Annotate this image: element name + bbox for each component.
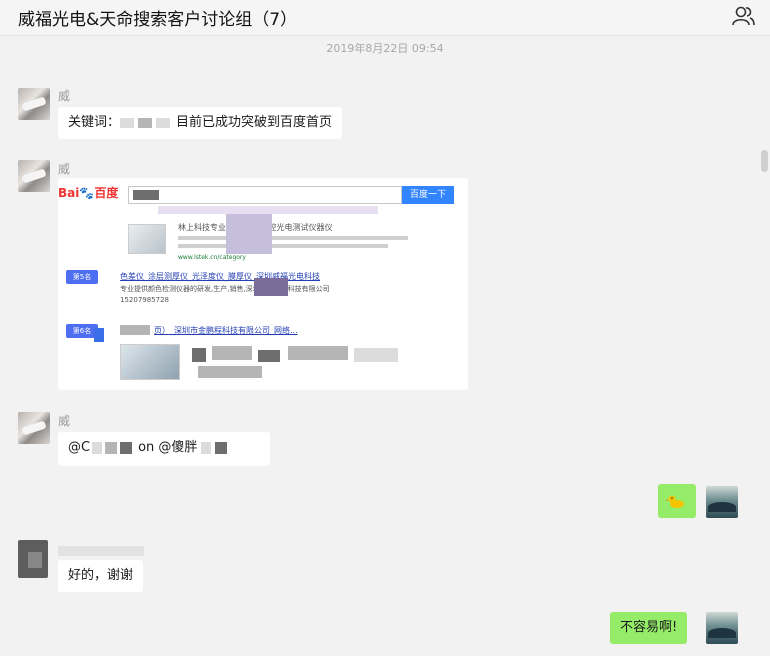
baidu-logo: Bai🐾百度 — [58, 186, 119, 200]
message-bubble[interactable]: 好的，谢谢 — [58, 560, 144, 592]
redacted-sender-name — [58, 546, 144, 556]
redacted-block — [226, 214, 272, 254]
sender-name: 威 — [58, 414, 71, 428]
self-avatar[interactable] — [706, 486, 738, 518]
self-message-bubble[interactable]: 不容易啊! — [610, 612, 688, 644]
result-thumbnail — [128, 224, 166, 254]
result-phone: 15207985728 — [120, 296, 169, 304]
redacted-block — [92, 441, 103, 454]
avatar[interactable] — [18, 160, 50, 192]
scrollbar[interactable] — [761, 150, 768, 172]
result-rank: 第5名 — [66, 270, 98, 284]
redacted-block — [198, 366, 262, 378]
result-thumbnail — [120, 344, 180, 380]
redacted-block — [120, 441, 133, 454]
message-text: 不容易啊! — [620, 620, 678, 635]
chat-title: 威福光电&天命搜索客户讨论组（7） — [18, 10, 298, 30]
redacted-block — [192, 348, 206, 362]
avatar[interactable] — [18, 88, 50, 120]
redacted-block — [105, 441, 118, 454]
message-text: 好的，谢谢 — [68, 568, 134, 583]
avatar[interactable] — [18, 540, 48, 578]
message-text: on @傻胖 — [138, 440, 198, 455]
redacted-block — [120, 325, 150, 335]
duck-icon — [666, 495, 686, 514]
redacted-block — [254, 278, 288, 296]
message-text: 关键词： — [68, 115, 121, 130]
redacted-block — [354, 348, 398, 362]
message-bubble[interactable]: @C on @傻胖 — [58, 432, 270, 466]
emoji-bubble[interactable] — [658, 484, 696, 518]
redacted-block — [120, 117, 135, 128]
snippet-line — [178, 236, 408, 240]
result-title: 色差仪_涂层测厚仪_光泽度仪_膜厚仪_深圳威福光电科技 — [120, 272, 320, 281]
redacted-block — [288, 346, 348, 360]
redacted-block — [138, 117, 153, 128]
message-bubble[interactable]: 关键词： 目前已成功突破到百度首页 — [58, 107, 343, 139]
avatar[interactable] — [18, 412, 50, 444]
members-icon[interactable] — [730, 3, 756, 29]
redacted-block — [133, 190, 159, 200]
message-text: 目前已成功突破到百度首页 — [176, 115, 333, 130]
image-message[interactable]: Bai🐾百度 百度一下 林上科技专业生产厂家,遥控光电测试仪器仪 www.lst… — [58, 178, 468, 390]
redacted-block — [215, 441, 228, 454]
result-snippet: 专业提供颜色检测仪器的研发,生产,销售,深圳威福光电科技有限公司 — [120, 285, 330, 293]
redacted-block — [158, 206, 378, 214]
self-avatar[interactable] — [706, 612, 738, 644]
result-title: 页）_深圳市金鹏程科技有限公司_网络... — [154, 326, 298, 335]
sender-name: 威 — [58, 162, 71, 176]
sender-name: 威 — [58, 89, 71, 103]
snippet-line — [178, 244, 388, 248]
screenshot-search-button: 百度一下 — [402, 186, 454, 204]
result-url: www.lstek.cn/category — [178, 254, 246, 261]
redacted-block — [212, 346, 252, 360]
redacted-block — [201, 441, 212, 454]
message-text: @C — [68, 440, 91, 455]
message-timestamp: 2019年8月22日 09:54 — [326, 42, 444, 55]
screenshot-search-box — [128, 186, 402, 204]
redacted-block — [258, 350, 280, 362]
chat-header: 威福光电&天命搜索客户讨论组（7） — [0, 0, 770, 36]
redacted-block — [94, 328, 104, 342]
redacted-block — [156, 117, 171, 128]
